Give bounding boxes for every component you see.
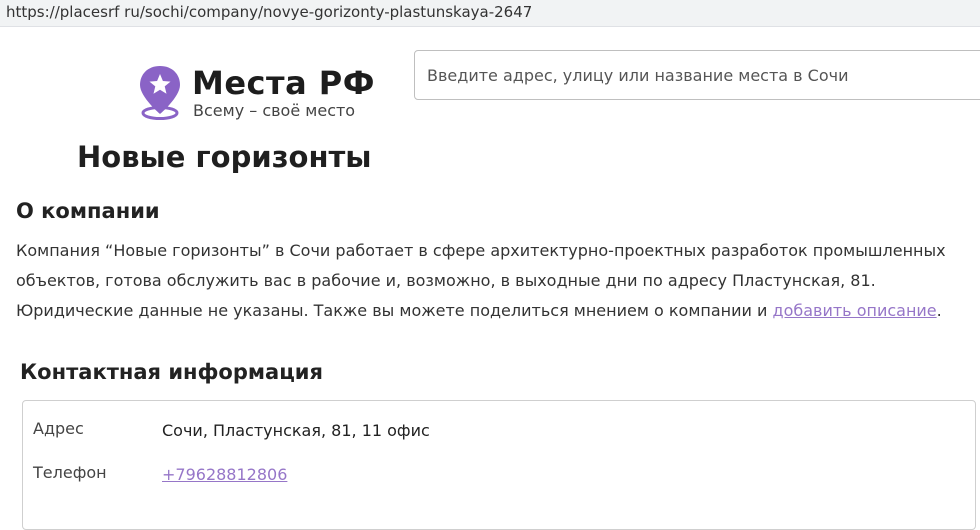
address-value: Сочи, Пластунская, 81, 11 офис xyxy=(162,421,430,440)
site-logo[interactable]: Места РФ Всему – своё место xyxy=(136,64,376,124)
brand-tagline: Всему – своё место xyxy=(193,101,356,120)
contact-heading: Контактная информация xyxy=(20,360,323,384)
about-description: Компания “Новые горизонты” в Сочи работа… xyxy=(16,236,966,326)
search-input[interactable] xyxy=(414,50,980,100)
url-text[interactable]: https://placesrf ru/sochi/company/novye-… xyxy=(6,3,532,21)
about-text-end: . xyxy=(936,301,942,320)
phone-link[interactable]: +79628812806 xyxy=(162,465,287,484)
about-heading: О компании xyxy=(16,199,160,223)
contact-info-box: Адрес Сочи, Пластунская, 81, 11 офис Тел… xyxy=(22,400,976,530)
page-title: Новые горизонты xyxy=(77,140,372,174)
add-description-link[interactable]: добавить описание xyxy=(773,301,937,320)
address-label: Адрес xyxy=(33,419,84,438)
brand-name: Места РФ xyxy=(192,64,375,102)
phone-label: Телефон xyxy=(33,463,107,482)
browser-address-bar[interactable]: https://placesrf ru/sochi/company/novye-… xyxy=(0,0,980,27)
map-pin-star-icon xyxy=(140,66,180,120)
